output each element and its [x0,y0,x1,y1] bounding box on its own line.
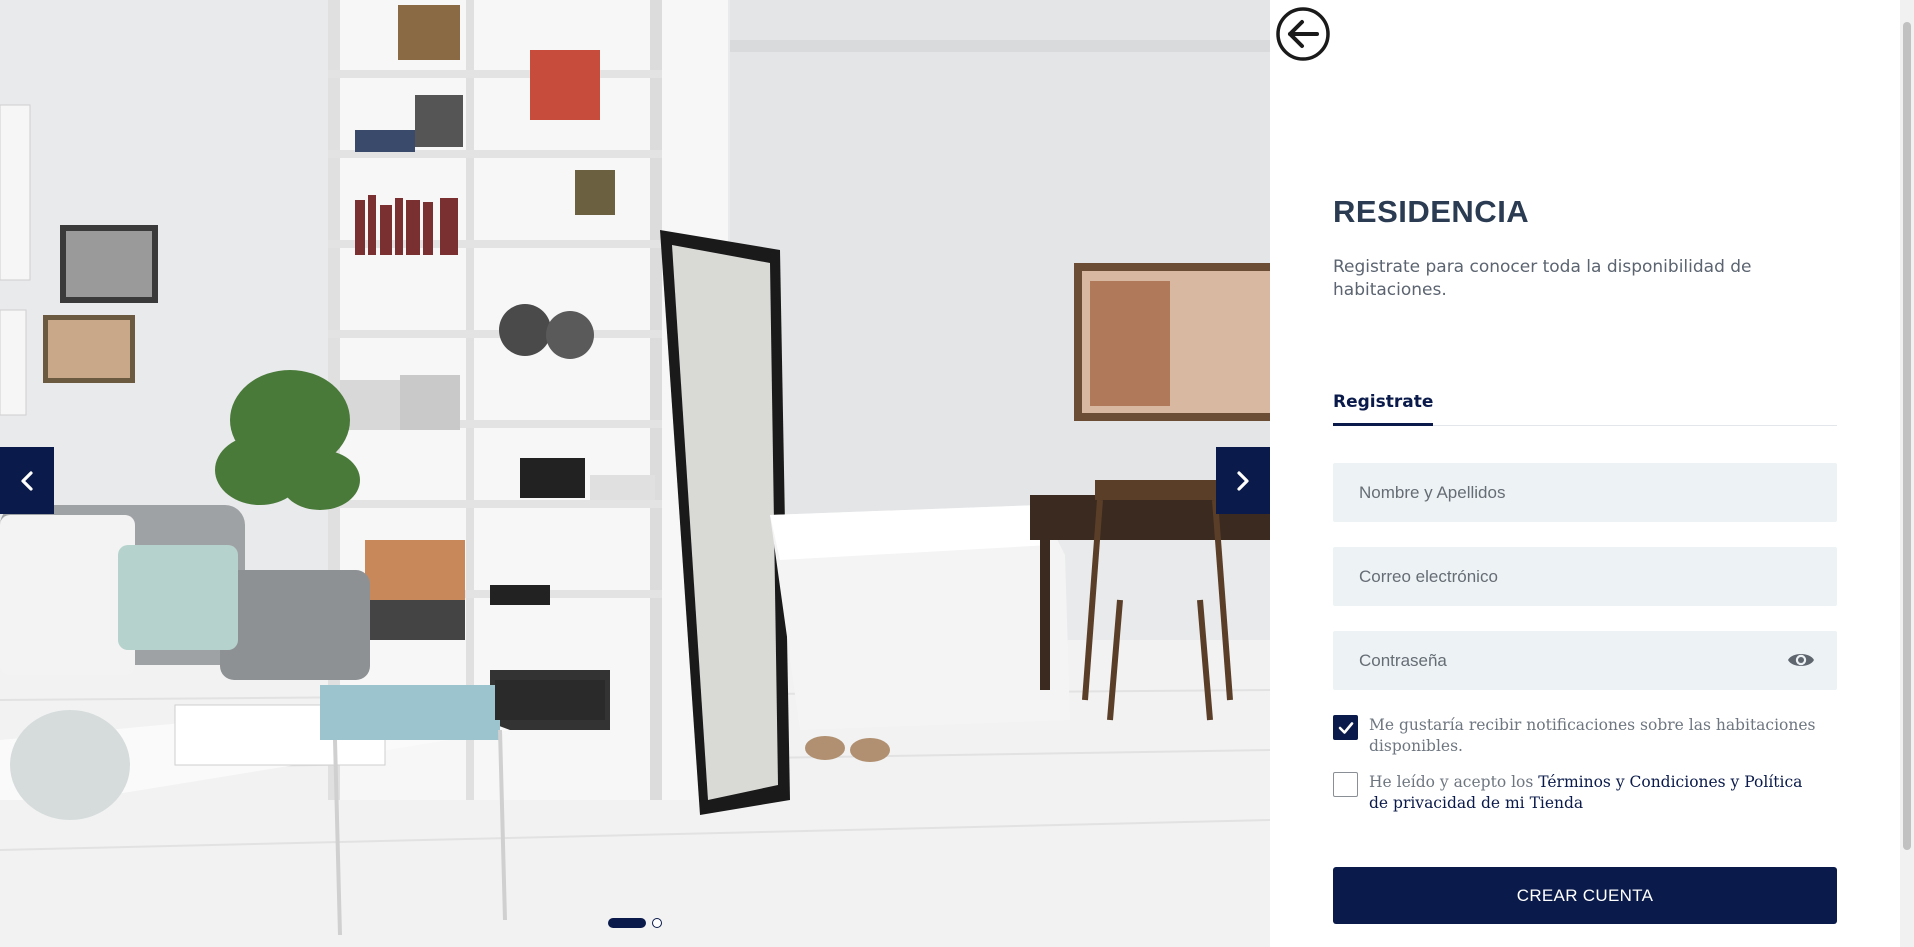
eye-icon[interactable] [1787,649,1815,671]
page-title: RESIDENCIA [1333,194,1530,229]
notify-checkbox[interactable] [1333,715,1358,740]
scrollbar[interactable] [1900,0,1914,947]
carousel-dot-active[interactable] [608,918,646,928]
terms-checkbox[interactable] [1333,772,1358,797]
carousel-dot[interactable] [652,918,662,928]
password-field [1333,631,1837,690]
registration-panel: RESIDENCIA Registrate para conocer toda … [1270,0,1900,947]
carousel-pagination [608,918,662,928]
page-subtitle: Registrate para conocer toda la disponib… [1333,257,1752,300]
notify-option: Me gustaría recibir notificaciones sobre… [1333,715,1819,757]
back-button[interactable] [1275,6,1331,62]
name-input[interactable] [1333,463,1837,522]
create-account-button[interactable]: CREAR CUENTA [1333,867,1837,924]
carousel-prev-button[interactable] [0,447,54,514]
password-input[interactable] [1333,631,1837,690]
room-image-carousel [0,0,1270,947]
notify-label: Me gustaría recibir notificaciones sobre… [1369,716,1816,755]
carousel-next-button[interactable] [1216,447,1270,514]
chevron-left-icon [21,470,33,491]
tab-registrate[interactable]: Registrate [1333,390,1434,426]
chevron-right-icon [1237,470,1249,491]
form-tabs: Registrate [1333,390,1837,426]
scrollbar-thumb[interactable] [1903,22,1911,850]
room-photo [0,0,1270,947]
arrow-left-circle-icon [1276,7,1330,61]
terms-option: He leído y acepto los Términos y Condici… [1333,772,1819,814]
email-input[interactable] [1333,547,1837,606]
checkmark-icon [1338,721,1353,734]
terms-label: He leído y acepto los Términos y Condici… [1369,772,1819,814]
terms-prefix: He leído y acepto los [1369,773,1539,791]
email-field [1333,547,1837,606]
name-field [1333,463,1837,522]
